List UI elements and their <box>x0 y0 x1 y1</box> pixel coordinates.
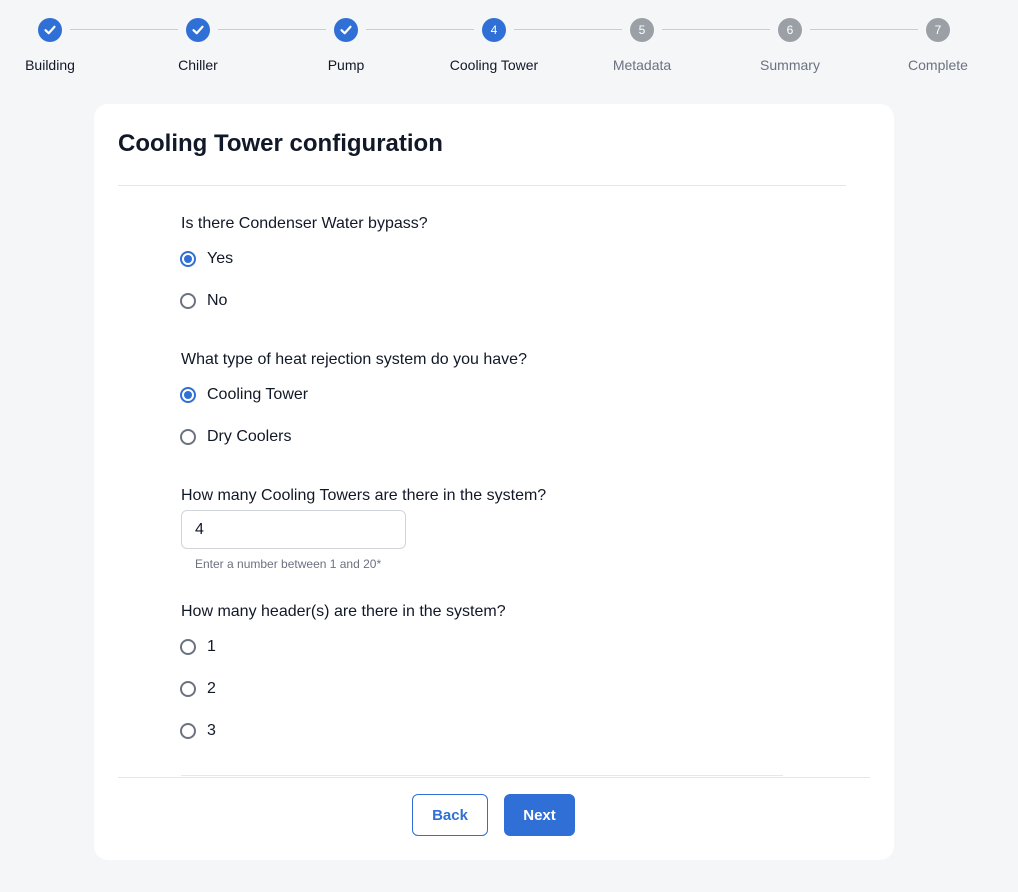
tower-count-input[interactable] <box>181 510 406 549</box>
radio-label: 2 <box>207 680 216 697</box>
bypass-question: Is there Condenser Water bypass? <box>181 215 428 232</box>
back-button[interactable]: Back <box>412 794 488 836</box>
page-title: Cooling Tower configuration <box>118 130 443 157</box>
step-number: 5 <box>630 18 654 42</box>
checkmark-icon <box>186 18 210 42</box>
step-label: Chiller <box>178 57 218 73</box>
radio-button[interactable] <box>180 429 196 445</box>
headers-question: How many header(s) are there in the syst… <box>181 603 506 620</box>
tower-count-hint: Enter a number between 1 and 20* <box>195 557 382 571</box>
step-number: 6 <box>778 18 802 42</box>
headers-option-3[interactable]: 3 <box>180 720 216 742</box>
step-label: Complete <box>908 57 968 73</box>
step-chiller[interactable]: Chiller <box>138 17 258 73</box>
bypass-option-yes[interactable]: Yes <box>180 248 233 270</box>
radio-button[interactable] <box>180 387 196 403</box>
step-label: Summary <box>760 57 820 73</box>
radio-label: 3 <box>207 722 216 739</box>
step-label: Building <box>25 57 75 73</box>
divider <box>181 775 783 776</box>
progress-stepper: Building Chiller Pump 4 Cooling Tower 5 … <box>0 0 1018 90</box>
radio-button[interactable] <box>180 251 196 267</box>
heat-rejection-option-cooling-tower[interactable]: Cooling Tower <box>180 384 308 406</box>
step-number: 4 <box>482 18 506 42</box>
step-pump[interactable]: Pump <box>286 17 406 73</box>
divider <box>118 185 846 186</box>
step-building[interactable]: Building <box>0 17 110 73</box>
step-cooling-tower[interactable]: 4 Cooling Tower <box>434 17 554 73</box>
headers-option-2[interactable]: 2 <box>180 678 216 700</box>
step-summary: 6 Summary <box>730 17 850 73</box>
heat-rejection-question: What type of heat rejection system do yo… <box>181 351 527 368</box>
radio-button[interactable] <box>180 723 196 739</box>
divider <box>118 777 870 778</box>
step-label: Cooling Tower <box>449 57 539 73</box>
radio-button[interactable] <box>180 639 196 655</box>
step-number: 7 <box>926 18 950 42</box>
radio-label: Cooling Tower <box>207 386 309 403</box>
radio-label: No <box>207 292 228 309</box>
step-metadata: 5 Metadata <box>582 17 702 73</box>
step-label: Pump <box>327 57 365 73</box>
configuration-card: Cooling Tower configuration Is there Con… <box>94 104 894 860</box>
next-button[interactable]: Next <box>504 794 575 836</box>
bypass-option-no[interactable]: No <box>180 290 227 312</box>
radio-button[interactable] <box>180 681 196 697</box>
headers-option-1[interactable]: 1 <box>180 636 216 658</box>
radio-label: Dry Coolers <box>207 428 292 445</box>
step-label: Metadata <box>612 57 672 73</box>
radio-button[interactable] <box>180 293 196 309</box>
heat-rejection-option-dry-coolers[interactable]: Dry Coolers <box>180 426 291 448</box>
radio-label: Yes <box>207 250 234 267</box>
radio-label: 1 <box>207 638 216 655</box>
step-complete: 7 Complete <box>878 17 998 73</box>
checkmark-icon <box>334 18 358 42</box>
tower-count-question: How many Cooling Towers are there in the… <box>181 487 547 504</box>
checkmark-icon <box>38 18 62 42</box>
